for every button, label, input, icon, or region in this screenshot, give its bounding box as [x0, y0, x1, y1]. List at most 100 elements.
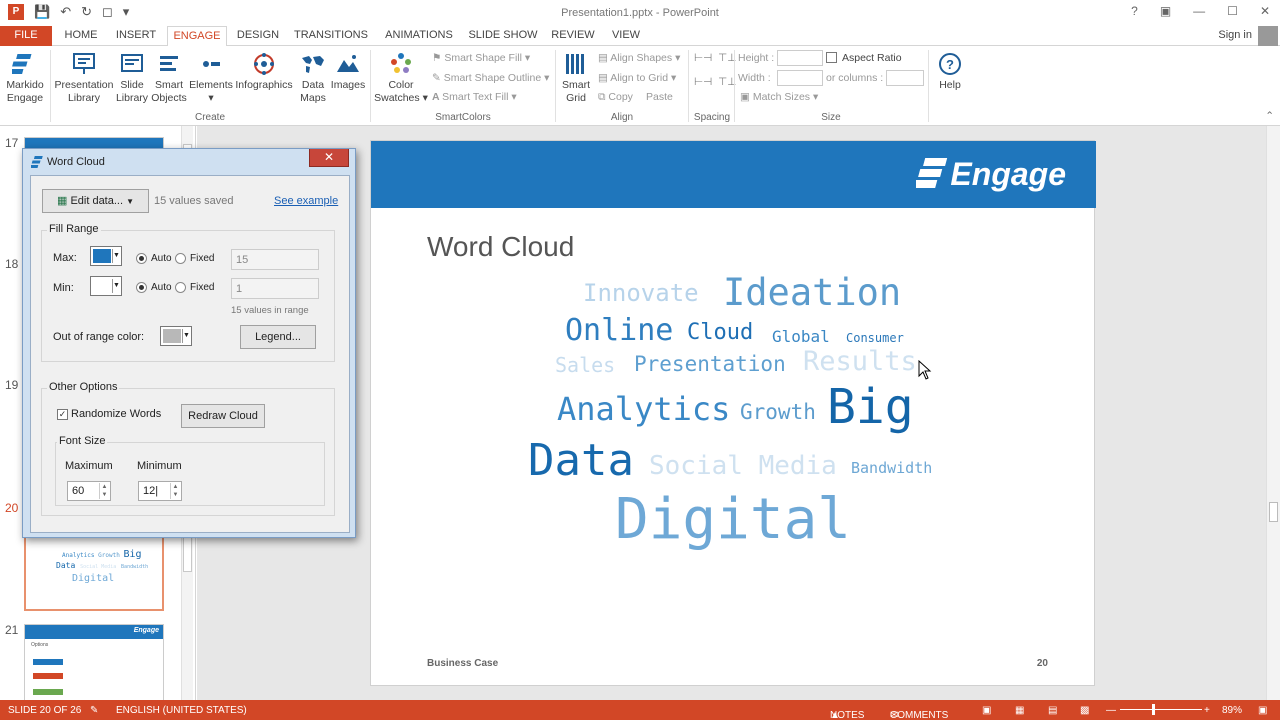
- max-color-picker[interactable]: ▼: [90, 246, 122, 266]
- zoom-out-icon[interactable]: —: [1106, 705, 1116, 716]
- min-color-swatch: [93, 279, 111, 293]
- tab-design[interactable]: DESIGN: [232, 26, 284, 46]
- aspect-ratio-checkbox[interactable]: [826, 52, 837, 63]
- ribbon-display-icon[interactable]: ▣: [1160, 4, 1171, 18]
- out-of-range-color-picker[interactable]: ▼: [160, 326, 192, 346]
- presentation-library-button[interactable]: Presentation Library: [54, 52, 114, 105]
- window-title: Presentation1.pptx - PowerPoint: [561, 7, 719, 19]
- max-auto-radio[interactable]: [136, 253, 147, 264]
- collapse-ribbon-icon[interactable]: ⌃: [1265, 110, 1274, 122]
- smart-text-fill-button[interactable]: A Smart Text Fill ▾: [432, 91, 517, 103]
- out-of-range-color-swatch: [163, 329, 181, 343]
- slide-thumbnail-20[interactable]: Analytics Growth Big Data Social Media B…: [24, 531, 164, 611]
- stepper-arrows-icon[interactable]: ▲ ▼: [170, 483, 180, 499]
- width-input[interactable]: [777, 70, 823, 86]
- reading-view-icon[interactable]: ▤: [1048, 705, 1057, 716]
- min-font-size-stepper[interactable]: 12| ▲ ▼: [138, 481, 182, 501]
- tab-insert[interactable]: INSERT: [110, 26, 162, 46]
- title-bar: P 💾 ↶ ↻ ◻ ▾ Presentation1.pptx - PowerPo…: [0, 0, 1280, 26]
- slide-sorter-icon[interactable]: ▦: [1015, 705, 1024, 716]
- height-input[interactable]: [777, 50, 823, 66]
- align-shapes-button[interactable]: ▤ Align Shapes ▾: [598, 52, 680, 64]
- avatar[interactable]: [1258, 26, 1278, 46]
- help-icon[interactable]: ?: [1131, 4, 1138, 18]
- slide-canvas[interactable]: Engage Word Cloud Innovate Ideation Online…: [370, 140, 1096, 686]
- tab-engage[interactable]: ENGAGE: [167, 26, 227, 47]
- legend-button[interactable]: Legend...: [240, 325, 316, 349]
- tab-home[interactable]: HOME: [58, 26, 104, 46]
- spellcheck-icon[interactable]: ✎: [90, 705, 98, 716]
- tab-animations[interactable]: ANIMATIONS: [380, 26, 458, 46]
- zoom-level[interactable]: 89%: [1222, 705, 1242, 716]
- word-cloud-dialog: Word Cloud ✕ ▦ Edit data... ▼ 15 values …: [22, 148, 356, 538]
- help-button[interactable]: ? Help: [932, 52, 968, 92]
- smart-shape-outline-button[interactable]: ✎ Smart Shape Outline ▾: [432, 72, 549, 84]
- slide-number: 19: [5, 378, 19, 392]
- see-example-link[interactable]: See example: [274, 195, 338, 207]
- paint-bucket-icon: ⚑: [432, 52, 445, 64]
- elements-button[interactable]: Elements ▾: [188, 52, 234, 105]
- stepper-arrows-icon[interactable]: ▲ ▼: [99, 483, 109, 499]
- max-font-size-stepper[interactable]: 60 ▲ ▼: [67, 481, 111, 501]
- data-maps-button[interactable]: Data Maps: [296, 52, 330, 105]
- scrollbar-thumb[interactable]: [1269, 502, 1278, 522]
- tab-view[interactable]: VIEW: [606, 26, 646, 46]
- window-controls: ? ▣ — ☐ ✕: [1131, 4, 1270, 18]
- grid-align-icon: ▤: [598, 72, 611, 84]
- word-cloud-word: Consumer: [846, 331, 904, 345]
- smart-shape-fill-button[interactable]: ⚑ Smart Shape Fill ▾: [432, 52, 530, 64]
- stage-scrollbar[interactable]: [1266, 126, 1280, 700]
- maximize-icon[interactable]: ☐: [1227, 4, 1238, 18]
- slideshow-icon[interactable]: ▩: [1080, 705, 1089, 716]
- space-horizontal-icon[interactable]: ⊢⊣: [694, 76, 712, 88]
- max-color-swatch: [93, 249, 111, 263]
- minimum-label: Minimum: [137, 460, 182, 472]
- normal-view-icon[interactable]: ▣: [982, 705, 991, 716]
- paste-position-button[interactable]: Paste: [646, 91, 673, 103]
- dialog-close-button[interactable]: ✕: [309, 149, 349, 167]
- zoom-slider-thumb[interactable]: [1152, 704, 1155, 715]
- close-icon[interactable]: ✕: [1260, 4, 1270, 18]
- word-cloud-word: Innovate: [583, 279, 699, 307]
- match-sizes-button[interactable]: ▣ Match Sizes ▾: [740, 91, 818, 103]
- fit-to-window-icon[interactable]: ▣: [1258, 705, 1267, 716]
- min-auto-radio[interactable]: [136, 282, 147, 293]
- zoom-in-icon[interactable]: +: [1204, 705, 1210, 716]
- min-value-input[interactable]: 1: [231, 278, 319, 299]
- zoom-slider[interactable]: [1120, 709, 1202, 710]
- tab-transitions[interactable]: TRANSITIONS: [292, 26, 370, 46]
- min-fixed-radio[interactable]: [175, 282, 186, 293]
- images-button[interactable]: Images: [330, 52, 366, 92]
- tab-slide-show[interactable]: SLIDE SHOW: [467, 26, 539, 46]
- color-swatches-button[interactable]: Color Swatches ▾: [374, 52, 428, 105]
- distribute-horizontal-icon[interactable]: ⊢⊣: [694, 52, 712, 64]
- min-color-picker[interactable]: ▼: [90, 276, 122, 296]
- tab-file[interactable]: FILE: [0, 26, 52, 46]
- edit-data-button[interactable]: ▦ Edit data... ▼: [42, 189, 149, 213]
- engage-logo-mark-icon: [913, 158, 948, 188]
- smart-objects-button[interactable]: Smart Objects: [150, 52, 188, 105]
- columns-input[interactable]: [886, 70, 924, 86]
- slide-library-button[interactable]: Slide Library: [114, 52, 150, 105]
- tab-review[interactable]: REVIEW: [549, 26, 597, 46]
- align-to-grid-button[interactable]: ▤ Align to Grid ▾: [598, 72, 676, 84]
- redraw-cloud-button[interactable]: Redraw Cloud: [181, 404, 265, 428]
- smart-grid-icon: [566, 54, 584, 74]
- smart-grid-button[interactable]: Smart Grid: [558, 52, 594, 105]
- infographics-button[interactable]: Infographics: [234, 52, 294, 92]
- minimize-icon[interactable]: —: [1193, 4, 1205, 18]
- ribbon-separator: [555, 50, 556, 122]
- slide-thumbnail-21[interactable]: Engage Options: [24, 624, 164, 704]
- language-indicator[interactable]: ENGLISH (UNITED STATES): [116, 705, 247, 716]
- dialog-title-bar[interactable]: Word Cloud ✕: [23, 149, 355, 175]
- max-fixed-radio[interactable]: [175, 253, 186, 264]
- spacing-icons[interactable]: ⊢⊣ ⊤⊥ ⊢⊣ ⊤⊥: [694, 52, 736, 88]
- slide-title[interactable]: Word Cloud: [427, 231, 574, 263]
- slide-footer: Business Case: [427, 658, 499, 669]
- sign-in-link[interactable]: Sign in: [1218, 29, 1252, 41]
- copy-position-button[interactable]: ⧉ Copy: [598, 91, 633, 104]
- randomize-words-checkbox[interactable]: ✓: [57, 409, 68, 420]
- chevron-down-icon: ▼: [112, 249, 120, 263]
- max-value-input[interactable]: 15: [231, 249, 319, 270]
- markido-engage-button[interactable]: Markido Engage: [4, 52, 46, 105]
